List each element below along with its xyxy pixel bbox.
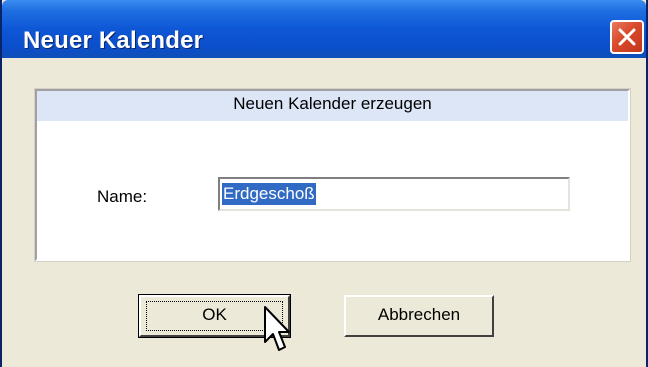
focus-rectangle bbox=[146, 301, 283, 331]
cancel-button[interactable]: Abbrechen bbox=[344, 295, 494, 337]
close-button[interactable] bbox=[610, 20, 644, 54]
dialog-window: Neuer Kalender Neuen Kalender erzeugen N… bbox=[0, 0, 648, 367]
mouse-pointer-icon bbox=[264, 306, 290, 351]
cancel-button-label: Abbrechen bbox=[377, 305, 461, 324]
window-title: Neuer Kalender bbox=[23, 27, 204, 54]
name-input[interactable]: Erdgeschoß bbox=[218, 177, 570, 211]
panel-header: Neuen Kalender erzeugen bbox=[37, 91, 628, 121]
title-bar[interactable]: Neuer Kalender bbox=[2, 0, 646, 58]
create-calendar-panel: Neuen Kalender erzeugen Name: Erdgeschoß bbox=[34, 88, 631, 262]
name-label: Name: bbox=[97, 187, 148, 206]
name-input-selected-text: Erdgeschoß bbox=[222, 183, 316, 205]
close-icon bbox=[618, 28, 636, 46]
